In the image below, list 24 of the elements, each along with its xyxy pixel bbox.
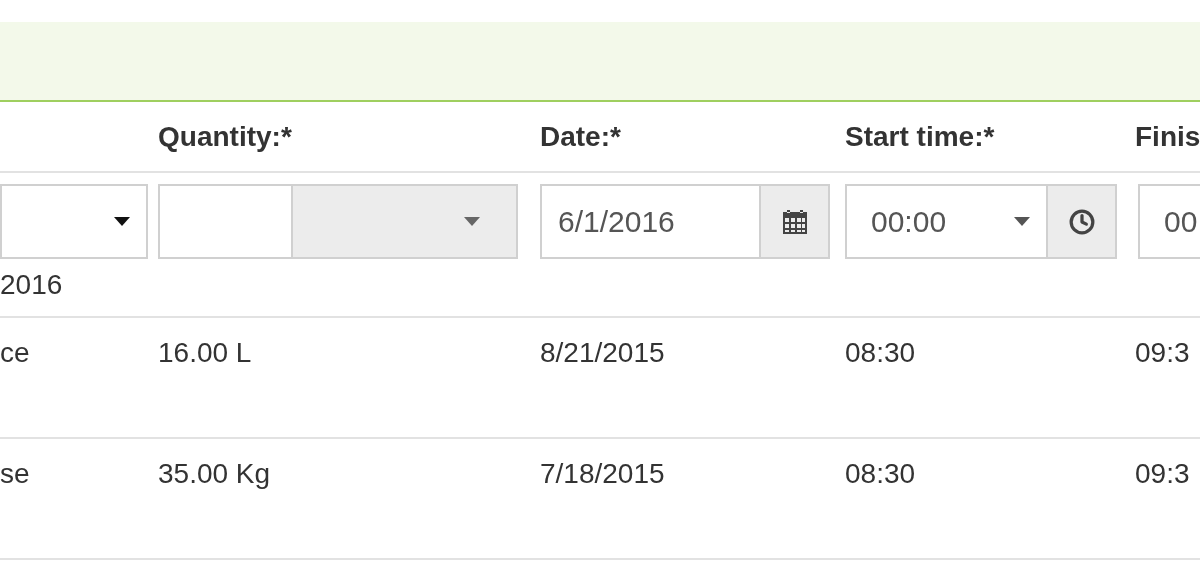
table-cell: 8/21/2015 bbox=[540, 337, 665, 368]
table-cell: 35.00 Kg bbox=[158, 458, 271, 489]
table-cell: 08:30 bbox=[845, 458, 916, 489]
caret-icon bbox=[114, 216, 130, 227]
time-field[interactable]: 00 bbox=[1138, 184, 1200, 259]
table-cell: 09:3 bbox=[1135, 337, 1190, 368]
clock-icon bbox=[1068, 208, 1095, 235]
column-header: Start time:* bbox=[845, 120, 995, 153]
calendar-icon bbox=[781, 208, 808, 235]
date-field[interactable]: 6/1/2016 bbox=[540, 184, 830, 259]
table-cell: 09:3 bbox=[1135, 458, 1190, 489]
dropdown-field[interactable] bbox=[0, 184, 148, 259]
column-header: Date:* bbox=[540, 120, 621, 153]
table-cell: ce bbox=[0, 337, 30, 368]
column-header: Quantity:* bbox=[158, 120, 292, 153]
table-cell: 7/18/2015 bbox=[540, 458, 665, 489]
table-cell: 16.00 L bbox=[158, 337, 252, 368]
date-label: 2016 bbox=[0, 269, 63, 301]
table-cell: 08:30 bbox=[845, 337, 916, 368]
table-cell: se bbox=[0, 458, 30, 489]
calendar-button[interactable] bbox=[759, 186, 828, 257]
column-header: Finis bbox=[1135, 120, 1200, 153]
caret-icon bbox=[1014, 216, 1030, 227]
clock-button[interactable] bbox=[1046, 186, 1115, 257]
